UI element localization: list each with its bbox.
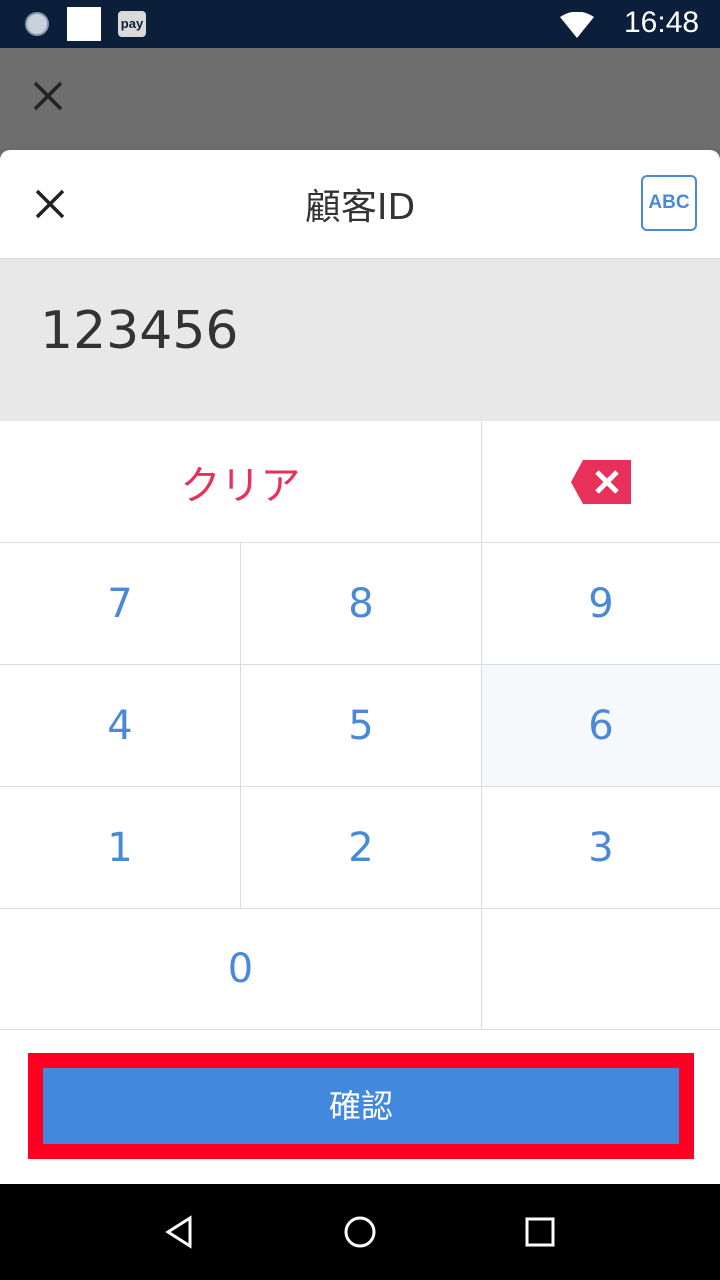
clear-button[interactable]: クリア [0,421,482,543]
status-time: 16:48 [624,6,700,39]
notification-square-icon [67,7,101,41]
customer-id-dialog: 顧客ID ABC 123456 クリア 7 8 9 4 5 6 1 2 3 0 [0,150,720,1184]
dialog-title: 顧客ID [304,187,416,228]
status-bar: pay 16:48 [0,0,720,48]
key-6[interactable]: 6 [482,665,720,787]
wifi-icon [560,12,594,38]
confirm-button[interactable]: 確認 [43,1068,679,1144]
dialog-header: 顧客ID ABC [0,150,720,259]
key-0[interactable]: 0 [0,909,482,1030]
close-icon[interactable] [30,78,66,114]
navigation-bar [0,1184,720,1280]
confirm-highlight-frame: 確認 [28,1053,694,1159]
recents-icon[interactable] [522,1214,558,1250]
key-9[interactable]: 9 [482,543,720,665]
keypad-empty-cell [482,909,720,1030]
home-icon[interactable] [342,1214,378,1250]
backspace-icon [571,459,631,504]
backspace-button[interactable] [482,421,720,543]
key-5[interactable]: 5 [241,665,482,787]
key-1[interactable]: 1 [0,787,241,909]
key-8[interactable]: 8 [241,543,482,665]
backdrop-toolbar [0,48,720,148]
key-4[interactable]: 4 [0,665,241,787]
key-3[interactable]: 3 [482,787,720,909]
numeric-keypad: クリア 7 8 9 4 5 6 1 2 3 0 [0,421,720,1030]
customer-id-value: 123456 [40,301,239,361]
clock-icon [25,12,49,36]
back-icon[interactable] [162,1214,198,1250]
clear-label: クリア [180,462,301,509]
abc-keyboard-button[interactable]: ABC [641,175,697,231]
key-2[interactable]: 2 [241,787,482,909]
pay-icon: pay [118,11,146,37]
input-display: 123456 [0,259,720,421]
key-7[interactable]: 7 [0,543,241,665]
